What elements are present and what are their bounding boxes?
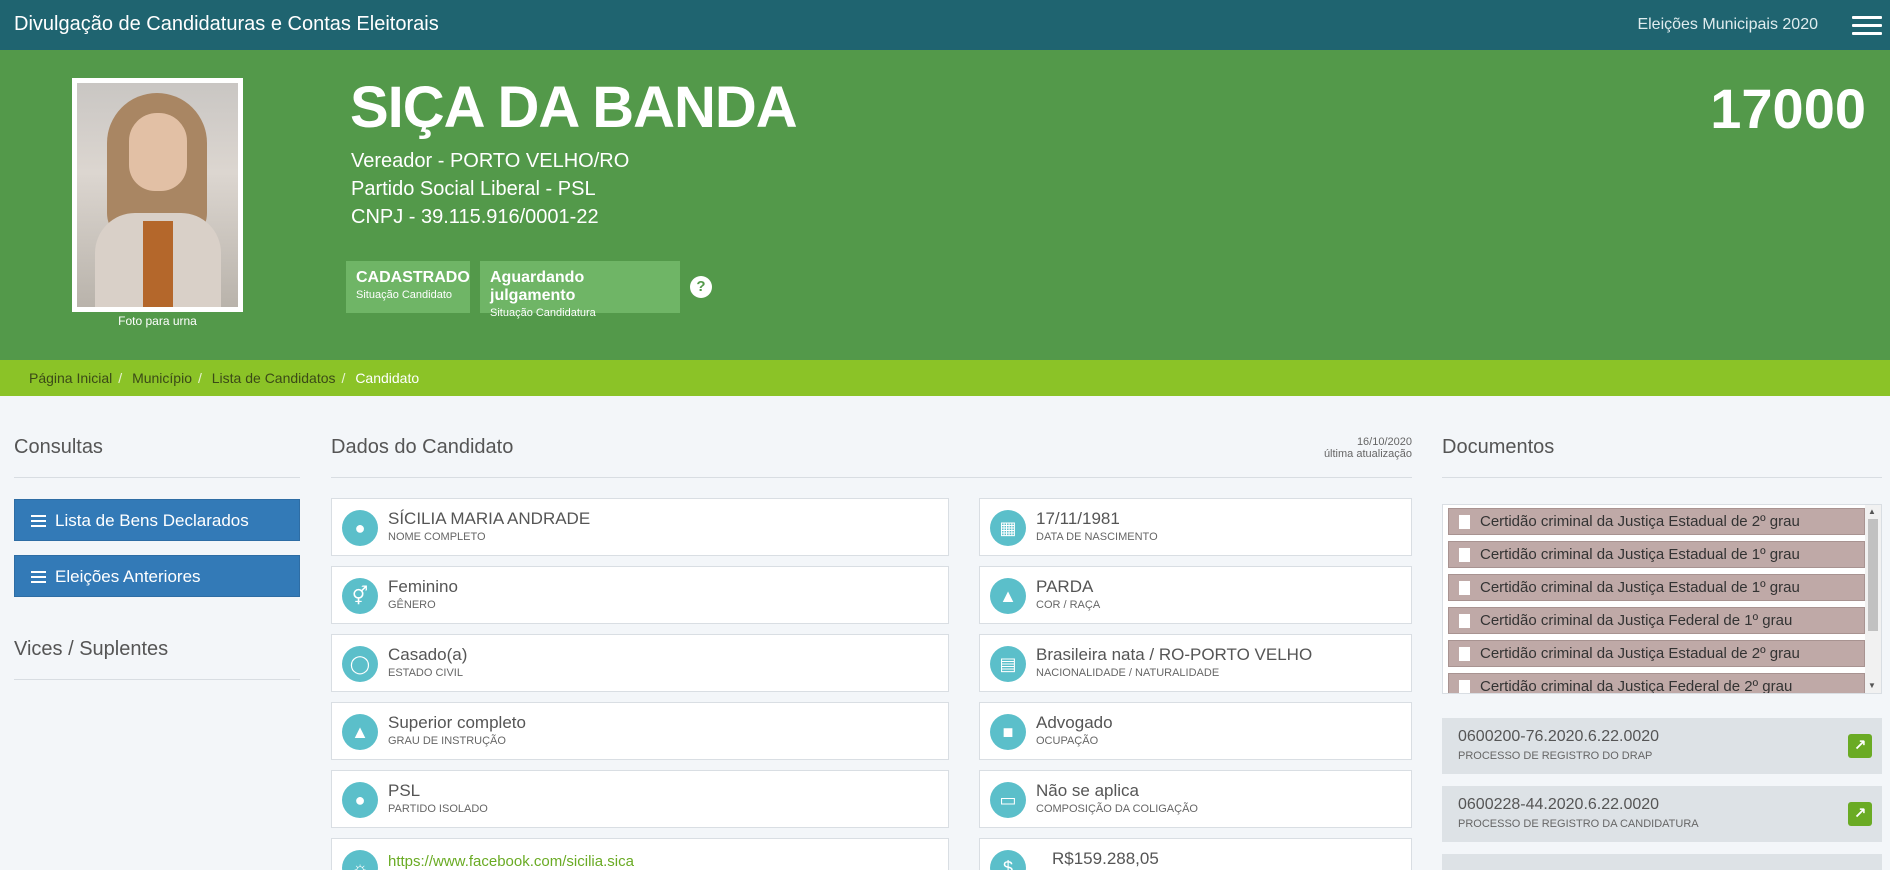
info-card-cor-raca: ▲ PARDA COR / RAÇA	[979, 566, 1412, 624]
document-item[interactable]: Certidão criminal da Justiça Federal de …	[1448, 673, 1865, 693]
file-icon	[1459, 548, 1470, 562]
ring-icon: ◯	[342, 646, 378, 682]
last-update: 16/10/2020 última atualização	[1323, 436, 1412, 460]
election-label: Eleições Municipais 2020	[1637, 16, 1818, 33]
process-candidatura[interactable]: 0600228-44.2020.6.22.0020 PROCESSO DE RE…	[1442, 786, 1882, 842]
divider	[1442, 477, 1882, 478]
external-link-icon[interactable]: ↗	[1848, 802, 1872, 826]
divider	[14, 679, 300, 680]
document-item[interactable]: Certidão criminal da Justiça Federal de …	[1448, 607, 1865, 634]
breadcrumb: Página Inicial / Município / Lista de Cand…	[0, 360, 1890, 396]
info-card-estado-civil: ◯ Casado(a) ESTADO CIVIL	[331, 634, 949, 692]
info-card-nascimento: ▦ 17/11/1981 DATA DE NASCIMENTO	[979, 498, 1412, 556]
documents-list[interactable]: Certidão criminal da Justiça Estadual de…	[1442, 504, 1882, 694]
candidate-photo-frame	[72, 78, 243, 312]
process-more	[1442, 854, 1882, 870]
help-icon[interactable]: ?	[690, 276, 712, 298]
graduation-cap-icon: ▲	[342, 714, 378, 750]
list-icon	[31, 571, 46, 583]
bank-icon: ■	[990, 714, 1026, 750]
info-card-instrucao: ▲ Superior completo GRAU DE INSTRUÇÃO	[331, 702, 949, 760]
info-card-site: ☼ https://www.facebook.com/sicilia.sica	[331, 838, 949, 870]
hamburger-menu-icon[interactable]	[1852, 16, 1882, 36]
document-item[interactable]: Certidão criminal da Justiça Estadual de…	[1448, 640, 1865, 667]
scroll-down-icon[interactable]: ▼	[1868, 681, 1876, 690]
scroll-thumb[interactable]	[1868, 519, 1878, 631]
divider	[331, 477, 1412, 478]
document-item[interactable]: Certidão criminal da Justiça Estadual de…	[1448, 541, 1865, 568]
info-card-partido: ● PSL PARTIDO ISOLADO	[331, 770, 949, 828]
divider	[14, 477, 300, 478]
info-card-ocupacao: ■ Advogado OCUPAÇÃO	[979, 702, 1412, 760]
list-icon	[31, 515, 46, 527]
document-item[interactable]: Certidão criminal da Justiça Estadual de…	[1448, 508, 1865, 535]
file-icon	[1459, 614, 1470, 628]
breadcrumb-current: Candidato	[355, 370, 420, 386]
info-card-coligacao: ▭ Não se aplica COMPOSIÇÃO DA COLIGAÇÃO	[979, 770, 1412, 828]
globe-icon: ☼	[342, 850, 378, 870]
person-icon: ●	[342, 510, 378, 546]
photo-caption: Foto para urna	[118, 314, 197, 328]
map-icon: ▤	[990, 646, 1026, 682]
documentos-title: Documentos	[1442, 436, 1555, 458]
document-item[interactable]: Certidão criminal da Justiça Estadual de…	[1448, 574, 1865, 601]
eleicoes-anteriores-button[interactable]: Eleições Anteriores	[14, 555, 300, 597]
info-card-nome: ● SÍCILIA MARIA ANDRADE NOME COMPLETO	[331, 498, 949, 556]
breadcrumb-lista[interactable]: Lista de Candidatos	[212, 370, 336, 386]
info-card-valor: $ R$159.288,05	[979, 838, 1412, 870]
candidate-name: SIÇA DA BANDA	[350, 75, 798, 140]
candidate-cnpj: CNPJ - 39.115.916/0001-22	[351, 206, 599, 228]
dollar-icon: $	[990, 850, 1026, 870]
vices-title: Vices / Suplentes	[14, 638, 169, 660]
breadcrumb-home[interactable]: Página Inicial	[29, 370, 112, 386]
candidate-office: Vereador - PORTO VELHO/RO	[351, 150, 630, 172]
folder-open-icon: ▭	[990, 782, 1026, 818]
file-icon	[1459, 581, 1470, 595]
status-badge-candidatura: Aguardando julgamento Situação Candidatu…	[480, 261, 680, 319]
candidate-photo	[77, 83, 238, 307]
bens-declarados-button[interactable]: Lista de Bens Declarados	[14, 499, 300, 541]
candidate-party: Partido Social Liberal - PSL	[351, 178, 596, 200]
external-link-icon[interactable]: ↗	[1848, 734, 1872, 758]
candidate-number: 17000	[1710, 77, 1866, 140]
gender-icon: ⚥	[342, 578, 378, 614]
calendar-icon: ▦	[990, 510, 1026, 546]
documents-scrollbar[interactable]: ▲ ▼	[1865, 505, 1881, 693]
file-icon	[1459, 647, 1470, 661]
top-bar: Divulgação de Candidaturas e Contas Elei…	[0, 0, 1890, 50]
candidate-header: Foto para urna SIÇA DA BANDA Vereador - …	[0, 50, 1890, 360]
info-card-genero: ⚥ Feminino GÊNERO	[331, 566, 949, 624]
info-card-nacionalidade: ▤ Brasileira nata / RO-PORTO VELHO NACION…	[979, 634, 1412, 692]
facebook-link[interactable]: https://www.facebook.com/sicilia.sica	[388, 853, 634, 870]
app-title[interactable]: Divulgação de Candidaturas e Contas Elei…	[14, 13, 439, 36]
person-standing-icon: ▲	[990, 578, 1026, 614]
process-drap[interactable]: 0600200-76.2020.6.22.0020 PROCESSO DE RE…	[1442, 718, 1882, 774]
dados-title: Dados do Candidato	[331, 436, 514, 458]
status-badge-candidate: CADASTRADO Situação Candidato	[346, 261, 470, 313]
consultas-title: Consultas	[14, 436, 103, 458]
file-icon	[1459, 680, 1470, 693]
scroll-up-icon[interactable]: ▲	[1868, 507, 1876, 516]
breadcrumb-municipio[interactable]: Município	[132, 370, 192, 386]
group-icon: ●	[342, 782, 378, 818]
file-icon	[1459, 515, 1470, 529]
